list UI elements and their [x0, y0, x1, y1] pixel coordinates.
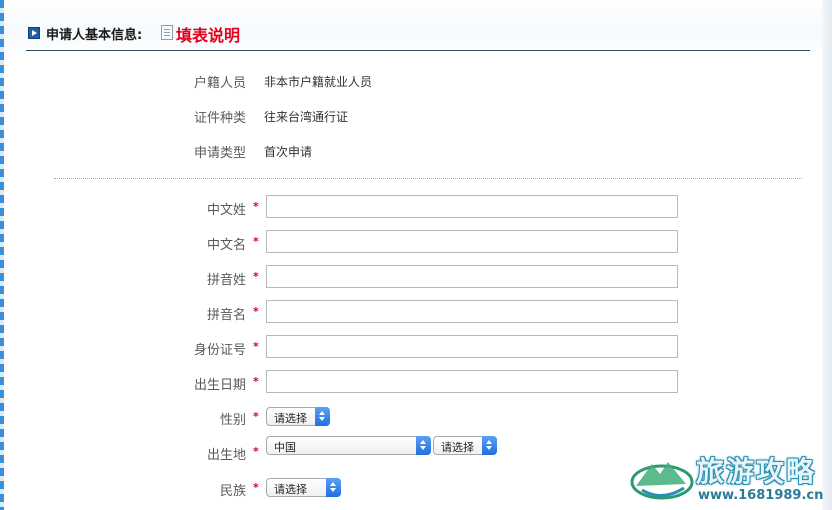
fill-instructions-link[interactable]: 填表说明 — [176, 22, 240, 46]
id-number-label: 身份证号 — [193, 343, 246, 358]
birthplace-country-select[interactable]: 中国 — [266, 436, 431, 455]
form-row-surname-cn: 中文姓 * — [0, 195, 832, 219]
form-row-gender: 性别 * 请选择 — [0, 405, 832, 429]
info-label: 证件种类 — [193, 111, 246, 126]
watermark-title: 旅游攻略 — [696, 455, 817, 488]
info-row-household: 户籍人员 非本市户籍就业人员 — [0, 72, 832, 92]
ethnicity-select[interactable]: 请选择 — [266, 478, 341, 497]
info-value: 往来台湾通行证 — [264, 110, 349, 124]
birth-date-label: 出生日期 — [193, 378, 246, 393]
required-mark: * — [253, 305, 259, 318]
required-mark: * — [253, 375, 259, 388]
info-label: 户籍人员 — [193, 76, 246, 91]
form-row-given-name-pinyin: 拼音名 * — [0, 300, 832, 324]
birthplace-label: 出生地 — [206, 448, 246, 463]
required-mark: * — [253, 445, 259, 458]
country-selected-value: 中国 — [274, 441, 296, 454]
info-value: 首次申请 — [264, 145, 313, 159]
required-mark: * — [253, 270, 259, 283]
required-mark: * — [253, 200, 259, 213]
gender-selected-value: 请选择 — [274, 412, 307, 425]
id-number-input[interactable] — [266, 335, 678, 358]
watermark-url: www.1681989.cn — [698, 488, 824, 503]
required-mark: * — [253, 481, 259, 494]
section-title: 申请人基本信息: — [46, 28, 143, 43]
ethnicity-label: 民族 — [219, 484, 246, 499]
required-mark: * — [253, 235, 259, 248]
surname-pinyin-label: 拼音姓 — [206, 273, 246, 288]
required-mark: * — [253, 410, 259, 423]
given-name-cn-input[interactable] — [266, 230, 678, 253]
section-header: 申请人基本信息: 填表说明 — [26, 20, 810, 51]
form-row-given-name-cn: 中文名 * — [0, 230, 832, 254]
given-name-pinyin-input[interactable] — [266, 300, 678, 323]
given-name-pinyin-label: 拼音名 — [206, 308, 246, 323]
form-row-surname-pinyin: 拼音姓 * — [0, 265, 832, 289]
region-selected-value: 请选择 — [441, 441, 474, 454]
select-arrows-icon — [416, 436, 431, 455]
info-row-application-type: 申请类型 首次申请 — [0, 142, 832, 162]
info-label: 申请类型 — [193, 146, 246, 161]
surname-cn-label: 中文姓 — [206, 203, 246, 218]
info-row-document-type: 证件种类 往来台湾通行证 — [0, 107, 832, 127]
given-name-cn-label: 中文名 — [206, 238, 246, 253]
birthplace-region-select[interactable]: 请选择 — [433, 436, 497, 455]
mountain-logo-icon — [630, 462, 694, 500]
birth-date-input[interactable] — [266, 370, 678, 393]
watermark: 旅游攻略 www.1681989.cn — [628, 446, 828, 508]
select-arrows-icon — [482, 436, 497, 455]
gender-label: 性别 — [219, 413, 246, 428]
required-mark: * — [253, 340, 259, 353]
surname-pinyin-input[interactable] — [266, 265, 678, 288]
select-arrows-icon — [315, 407, 330, 426]
select-arrows-icon — [326, 478, 341, 497]
form-row-birth-date: 出生日期 * — [0, 370, 832, 394]
arrow-right-icon — [28, 27, 40, 39]
document-icon — [161, 25, 173, 40]
form-row-id-number: 身份证号 * — [0, 335, 832, 359]
gender-select[interactable]: 请选择 — [266, 407, 330, 426]
dotted-divider — [54, 178, 802, 179]
info-value: 非本市户籍就业人员 — [264, 75, 373, 89]
ethnicity-selected-value: 请选择 — [274, 483, 307, 496]
surname-cn-input[interactable] — [266, 195, 678, 218]
